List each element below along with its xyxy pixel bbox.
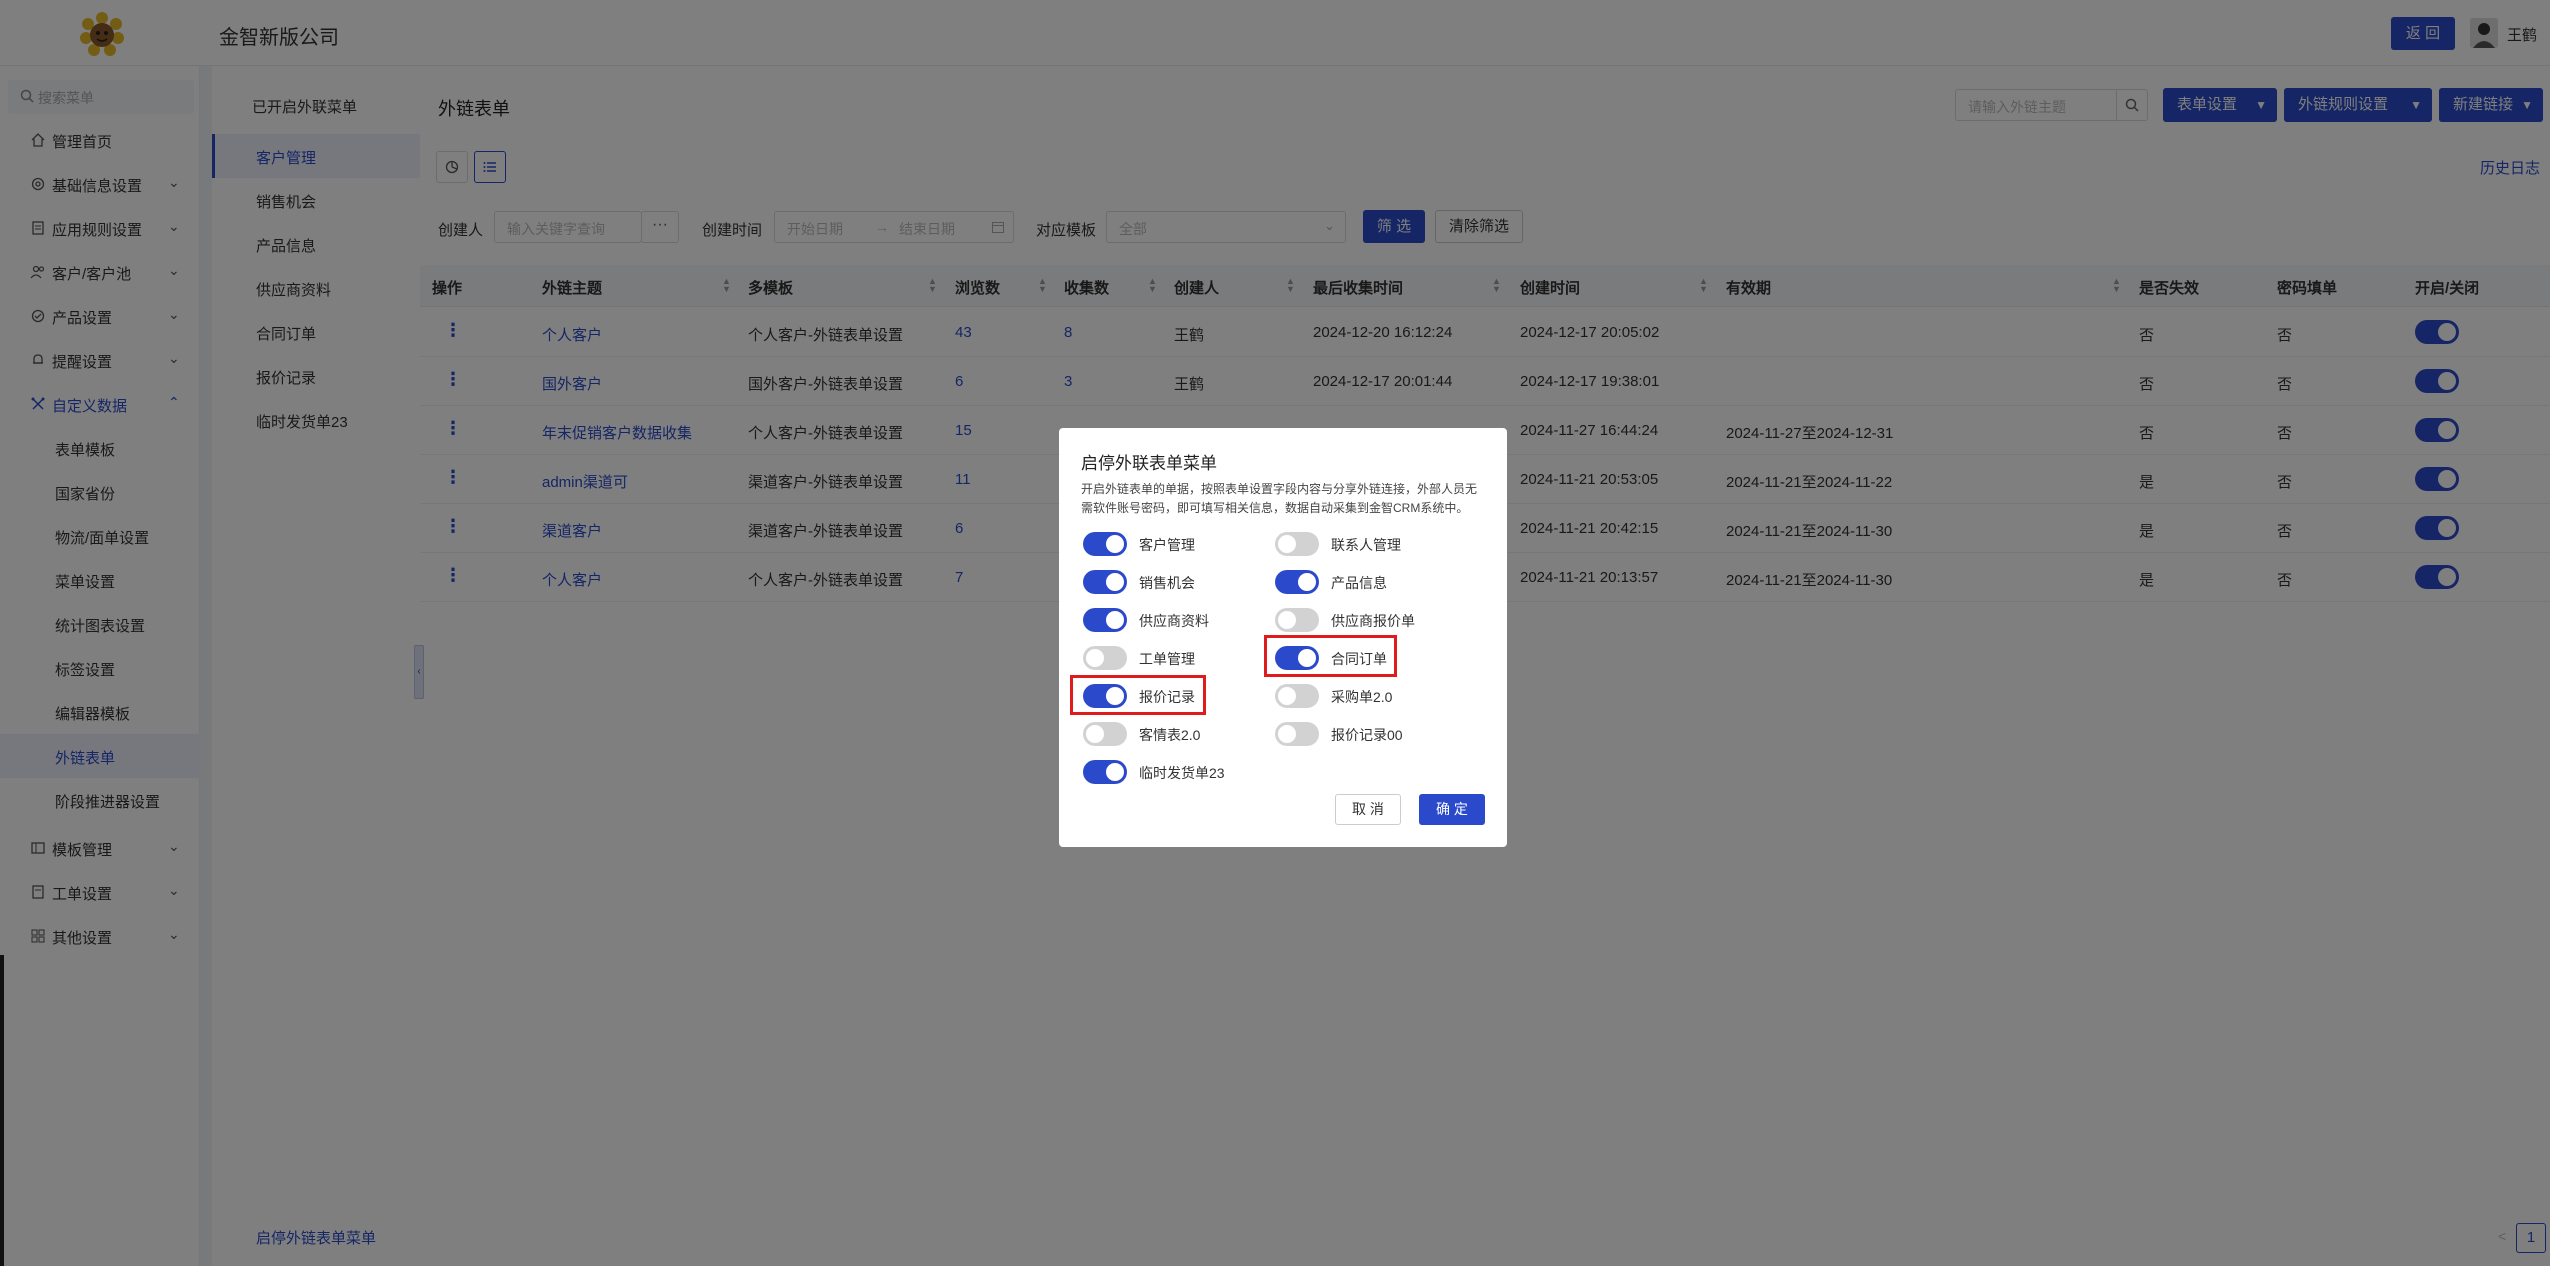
toggle-switch[interactable]: [1083, 608, 1127, 632]
switch-label: 客户管理: [1139, 537, 1195, 553]
switch-label: 联系人管理: [1331, 537, 1401, 553]
toggle-switch[interactable]: [1083, 570, 1127, 594]
cancel-button[interactable]: 取 消: [1335, 794, 1401, 825]
dialog-title: 启停外联表单菜单: [1081, 454, 1217, 473]
switch-label: 客情表2.0: [1139, 727, 1201, 743]
switch-label: 供应商报价单: [1331, 613, 1415, 629]
toggle-switch[interactable]: [1275, 722, 1319, 746]
window-edge: [0, 955, 4, 1266]
toggle-switch[interactable]: [1083, 646, 1127, 670]
highlight-box: [1070, 675, 1206, 715]
toggle-switch[interactable]: [1275, 570, 1319, 594]
highlight-box: [1264, 635, 1397, 677]
switch-label: 报价记录00: [1331, 727, 1403, 743]
confirm-button[interactable]: 确 定: [1419, 794, 1485, 825]
toggle-menu-dialog: 启停外联表单菜单 开启外链表单的单据，按照表单设置字段内容与分享外链连接，外部人…: [1059, 428, 1507, 847]
switch-label: 供应商资料: [1139, 613, 1209, 629]
toggle-switch[interactable]: [1275, 684, 1319, 708]
switch-label: 工单管理: [1139, 651, 1195, 667]
toggle-switch[interactable]: [1083, 532, 1127, 556]
toggle-switch[interactable]: [1083, 760, 1127, 784]
dialog-description: 开启外链表单的单据，按照表单设置字段内容与分享外链连接，外部人员无需软件账号密码…: [1081, 482, 1478, 515]
toggle-switch[interactable]: [1275, 532, 1319, 556]
switch-label: 产品信息: [1331, 575, 1387, 591]
switch-label: 采购单2.0: [1331, 689, 1393, 705]
toggle-switch[interactable]: [1083, 722, 1127, 746]
toggle-switch[interactable]: [1275, 608, 1319, 632]
switch-label: 临时发货单23: [1139, 765, 1225, 781]
switch-label: 销售机会: [1139, 575, 1195, 591]
